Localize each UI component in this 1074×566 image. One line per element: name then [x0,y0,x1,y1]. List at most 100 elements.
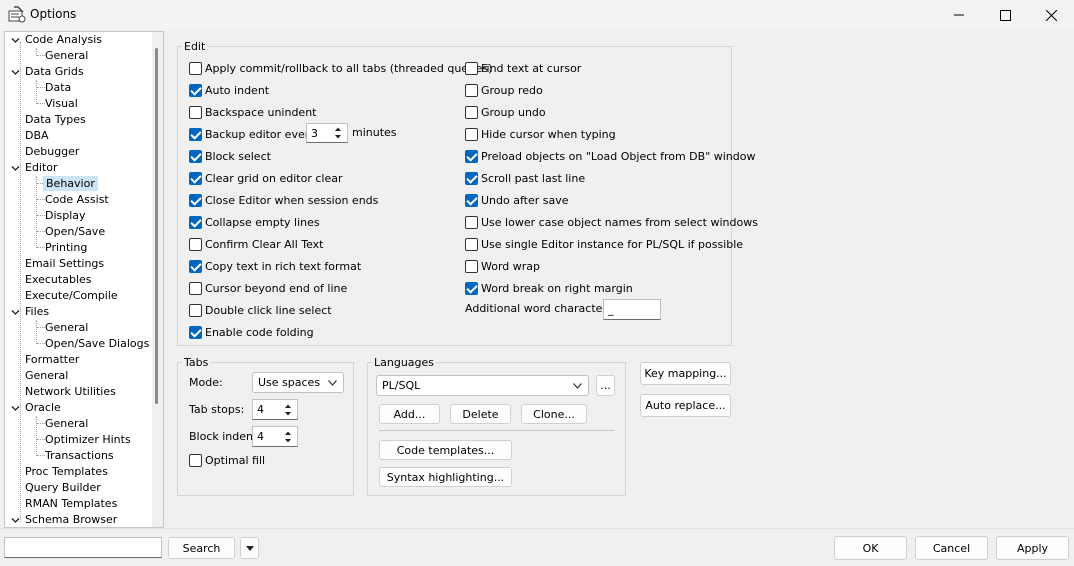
search-button[interactable]: Search [168,537,235,559]
syntax-highlighting-button[interactable]: Syntax highlighting... [379,467,512,487]
add-language-button[interactable]: Add... [379,404,440,424]
clone-language-button[interactable]: Clone... [521,404,587,424]
checkbox-box[interactable] [465,259,478,273]
chevron-down-icon[interactable] [11,403,20,412]
close-button[interactable] [1028,0,1074,30]
tree-item-code-assist[interactable]: Code Assist [45,192,109,207]
preload-objects-checkbox[interactable]: Preload objects on "Load Object from DB"… [465,148,755,164]
group-redo-checkbox[interactable]: Group redo [465,82,543,98]
cursor-beyond-eol-checkbox[interactable]: Cursor beyond end of line [189,280,347,296]
tree-item-transactions[interactable]: Transactions [45,448,114,463]
enable-code-folding-checkbox[interactable]: Enable code folding [189,324,314,340]
tree-item-open-save[interactable]: Open/Save [45,224,105,239]
tree-item-executables[interactable]: Executables [25,272,92,287]
word-break-checkbox[interactable]: Word break on right margin [465,280,633,296]
checkbox-box[interactable] [189,453,202,467]
tree-item-dba[interactable]: DBA [25,128,49,143]
chevron-down-icon[interactable] [11,307,20,316]
key-mapping-button[interactable]: Key mapping... [640,362,731,385]
tree-item-schema-browser[interactable]: Schema Browser [25,512,117,527]
word-wrap-checkbox[interactable]: Word wrap [465,258,540,274]
double-click-select-checkbox[interactable]: Double click line select [189,302,332,318]
tree-scrollbar[interactable] [152,32,163,527]
checkbox-box[interactable] [465,237,478,251]
checkbox-box[interactable] [189,193,202,207]
mode-select[interactable]: Use spaces [252,372,344,393]
checkbox-box[interactable] [189,83,202,97]
checkbox-box[interactable] [465,281,478,295]
tree-item-files[interactable]: Files [25,304,49,319]
checkbox-box[interactable] [465,149,478,163]
backup-minutes-spinner[interactable] [331,125,345,141]
tree-item-network-utilities[interactable]: Network Utilities [25,384,116,399]
lower-case-names-checkbox[interactable]: Use lower case object names from select … [465,214,758,230]
tree-item-oracle-general[interactable]: General [45,416,88,431]
tree-item-query-builder[interactable]: Query Builder [25,480,101,495]
checkbox-box[interactable] [189,325,202,339]
clear-grid-checkbox[interactable]: Clear grid on editor clear [189,170,343,186]
checkbox-box[interactable] [189,303,202,317]
tree-item-data-types[interactable]: Data Types [25,112,86,127]
checkbox-box[interactable] [465,171,478,185]
single-editor-instance-checkbox[interactable]: Use single Editor instance for PL/SQL if… [465,236,743,252]
code-templates-button[interactable]: Code templates... [379,440,512,460]
close-editor-checkbox[interactable]: Close Editor when session ends [189,192,378,208]
tree-item-printing[interactable]: Printing [45,240,87,255]
search-options-dropdown[interactable] [240,537,259,559]
checkbox-box[interactable] [465,61,478,75]
tree-item-data[interactable]: Data [45,80,71,95]
checkbox-box[interactable] [189,281,202,295]
scroll-past-last-line-checkbox[interactable]: Scroll past last line [465,170,585,186]
additional-word-chars-input[interactable]: _ [603,299,661,320]
hide-cursor-checkbox[interactable]: Hide cursor when typing [465,126,616,142]
language-select[interactable]: PL/SQL [376,375,589,396]
checkbox-box[interactable] [189,259,202,273]
options-search-input[interactable] [4,537,162,558]
tree-item-visual[interactable]: Visual [45,96,78,111]
confirm-clear-checkbox[interactable]: Confirm Clear All Text [189,236,324,252]
tree-item-files-general[interactable]: General [45,320,88,335]
group-undo-checkbox[interactable]: Group undo [465,104,546,120]
tree-item-optimizer-hints[interactable]: Optimizer Hints [45,432,131,447]
apply-button[interactable]: Apply [996,536,1069,560]
checkbox-box[interactable] [189,171,202,185]
find-text-checkbox[interactable]: Find text at cursor [465,60,581,76]
optimal-fill-checkbox[interactable]: Optimal fill [189,452,265,468]
chevron-down-icon[interactable] [11,67,20,76]
chevron-down-icon[interactable] [11,515,20,524]
tree-item-data-grids[interactable]: Data Grids [25,64,84,79]
checkbox-box[interactable] [189,237,202,251]
tree-item-debugger[interactable]: Debugger [25,144,79,159]
checkbox-box[interactable] [189,149,202,163]
checkbox-box[interactable] [189,127,202,141]
options-tree[interactable]: Code Analysis General Data Grids Data Vi… [4,31,164,528]
minimize-button[interactable] [936,0,982,30]
apply-commit-rollback-checkbox[interactable]: Apply commit/rollback to all tabs (threa… [189,60,492,76]
tree-item-email-settings[interactable]: Email Settings [25,256,104,271]
checkbox-box[interactable] [465,193,478,207]
tree-item-editor[interactable]: Editor [25,160,58,175]
checkbox-box[interactable] [189,61,202,75]
tree-item-display[interactable]: Display [45,208,86,223]
language-browse-button[interactable]: ... [596,375,615,396]
tree-item-oracle[interactable]: Oracle [25,400,61,415]
checkbox-box[interactable] [189,105,202,119]
backspace-unindent-checkbox[interactable]: Backspace unindent [189,104,316,120]
ok-button[interactable]: OK [834,536,907,560]
tree-item-execute-compile[interactable]: Execute/Compile [25,288,118,303]
auto-replace-button[interactable]: Auto replace... [640,394,731,417]
backup-editor-checkbox[interactable]: Backup editor every [189,126,316,142]
checkbox-box[interactable] [465,127,478,141]
delete-language-button[interactable]: Delete [450,404,511,424]
chevron-down-icon[interactable] [11,163,20,172]
tree-item-code-analysis-general[interactable]: General [45,48,88,63]
tree-scrollbar-thumb[interactable] [155,48,158,404]
tree-item-rman-templates[interactable]: RMAN Templates [25,496,117,511]
collapse-empty-lines-checkbox[interactable]: Collapse empty lines [189,214,320,230]
tree-item-formatter[interactable]: Formatter [25,352,79,367]
tree-item-behavior[interactable]: Behavior [43,176,98,191]
tree-item-general[interactable]: General [25,368,68,383]
block-indent-spinner[interactable] [281,428,295,445]
auto-indent-checkbox[interactable]: Auto indent [189,82,269,98]
tree-item-open-save-dialogs[interactable]: Open/Save Dialogs [45,336,149,351]
